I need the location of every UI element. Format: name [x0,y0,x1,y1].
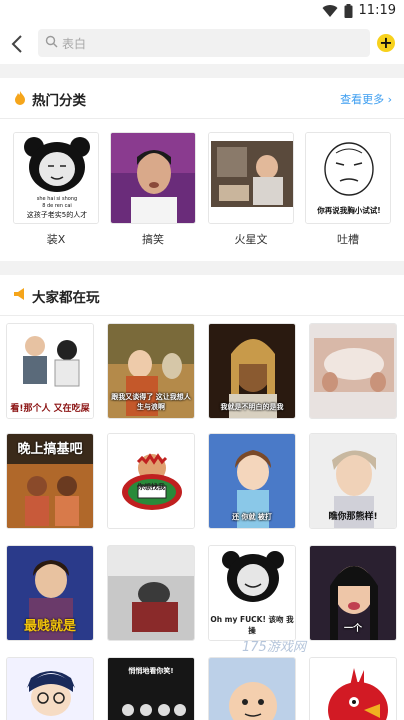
wifi-icon [322,4,338,17]
meme-card[interactable]: 跟我又谈得了 这让我想人生与浪啊 [107,323,195,419]
meme-caption: Oh my FUCK! 该吻 我操 [210,615,294,635]
hot-item-label: 搞笑 [142,233,164,246]
meme-card[interactable]: 瞧你那熊样! [309,433,397,529]
trending-section: 大家都在玩 看!那个人 又在吃屎 跟我又谈得了 这让我想人生与浪啊 我就是不明白… [0,275,404,720]
watermark: 175游戏网 [242,640,306,655]
meme-caption: 瞧你那熊样! [328,512,378,522]
add-button[interactable]: + [377,34,395,52]
divider [0,315,404,316]
meme-card[interactable]: 你想找我 [107,433,195,529]
meme-caption: 看!那个人 又在吃屎 [10,404,90,414]
meme-card[interactable]: 我就是不明白的是我 [208,323,296,419]
hot-item-label: 火星文 [234,233,268,246]
hot-section-title: 热门分类 [32,93,86,109]
meme-caption: 跟我又谈得了 这让我想人生与浪啊 [111,393,191,411]
hot-section-header: 热门分类 查看更多 › [0,78,404,118]
hot-item-martian[interactable]: 火星文 [208,132,294,247]
meme-card[interactable] [107,545,195,641]
status-time: 11:19 [358,3,396,18]
top-bar: 表白 + [0,24,404,64]
search-input[interactable]: 表白 [38,29,370,57]
meme-card[interactable]: 看!那个人 又在吃屎 [6,323,94,419]
meme-caption: 一个 [343,624,362,634]
back-icon[interactable] [8,32,28,56]
meme-image [7,658,93,720]
meme-caption: 晚上搞基吧 [17,442,83,457]
hot-thumb-panda: she hai si shong 8 de ren cai 这孩子老实5的人才 [13,132,99,224]
megaphone-icon [14,288,24,300]
status-bar: 11:19 [0,0,404,24]
search-icon [45,35,58,48]
hot-item-label: 吐槽 [337,233,359,246]
search-placeholder: 表白 [62,37,87,51]
meme-caption: 悄悄地看你笑! [128,667,174,675]
trending-section-title: 大家都在玩 [32,290,100,306]
hot-thumb-meme: 你再说我胸小试试! [305,132,391,224]
hot-caption-bottom: 你再说我胸小试试! [316,205,380,215]
meme-caption: 最贱就是 [23,619,76,634]
status-right: 11:19 [322,3,396,18]
hot-thumb-guy [110,132,196,224]
meme-card[interactable]: 一个 [309,545,397,641]
rage-face-image: 你再说我胸小试试! [306,133,390,223]
hot-categories-section: 热门分类 查看更多 › she hai si shong 8 de ren ca… [0,78,404,261]
meme-caption: 我就是不明白的是我 [220,403,284,411]
see-more-link[interactable]: 查看更多 › [340,91,392,107]
meme-card[interactable] [208,657,296,720]
divider [0,118,404,119]
meme-caption: 还 你就 被打 [232,513,272,521]
meme-card[interactable]: 还 你就 被打 [208,433,296,529]
meme-card[interactable] [309,323,397,419]
meme-image [108,546,194,640]
hot-caption-top: she hai si shong [37,196,77,202]
app-screen: 11:19 表白 + 热门分类 查看更多 › she hai si shong … [0,0,404,720]
hot-item-roast[interactable]: 你再说我胸小试试! 吐槽 [305,132,391,247]
hot-item-label: 装X [46,233,66,246]
meme-card[interactable]: 晚上搞基吧 [6,433,94,529]
hot-caption-bottom: 这孩子老实5的人才 [27,210,87,219]
panda-meme-image: she hai si shong 8 de ren cai 这孩子老实5的人才 [14,133,98,223]
martian-photo-image [209,133,293,223]
meme-card[interactable]: 悄悄地看你笑! [107,657,195,720]
battery-icon [344,3,353,18]
meme-image [310,658,396,720]
meme-card[interactable] [309,657,397,720]
meme-image [209,658,295,720]
meme-caption: 你想找我 [137,483,165,491]
meme-image [310,324,396,418]
funny-photo-image [111,133,195,223]
meme-card[interactable] [6,657,94,720]
hot-thumb-kid [208,132,294,224]
hot-item-zhuangx[interactable]: she hai si shong 8 de ren cai 这孩子老实5的人才 … [13,132,99,247]
hot-caption-mid: 8 de ren cai [42,203,72,209]
hot-item-funny[interactable]: 搞笑 [110,132,196,247]
chevron-right-icon: › [384,93,392,106]
meme-card[interactable]: 最贱就是 [6,545,94,641]
see-more-label: 查看更多 [340,93,385,106]
trending-section-header: 大家都在玩 [0,275,404,315]
meme-card[interactable]: Oh my FUCK! 该吻 我操 [208,545,296,641]
flame-icon [15,91,25,105]
